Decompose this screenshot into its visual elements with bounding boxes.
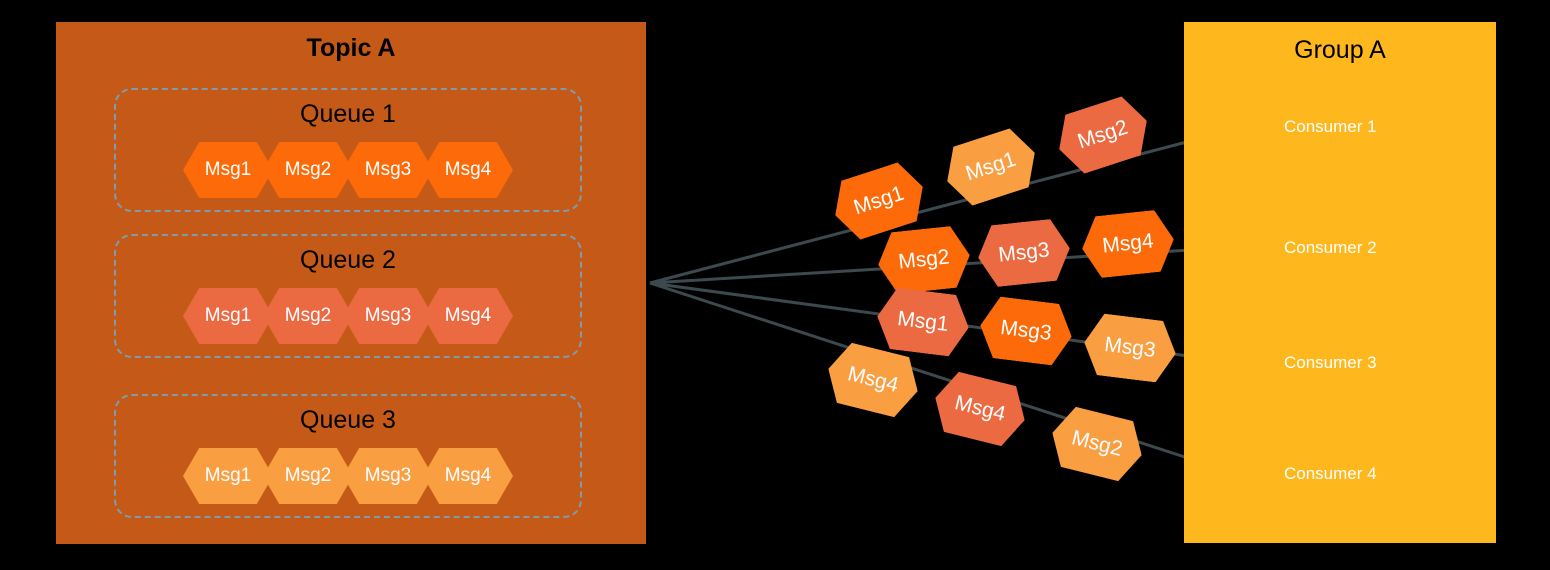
queue-message-row: Msg1 Msg2 Msg3 Msg4	[116, 142, 580, 198]
in-flight-message: Msg2	[1045, 403, 1149, 485]
in-flight-message: Msg1	[938, 123, 1045, 210]
queue-box-3: Queue 3 Msg1 Msg2 Msg3 Msg4	[114, 394, 582, 518]
group-title: Group A	[1294, 36, 1386, 64]
queue-message: Msg3	[343, 142, 433, 198]
queue-message: Msg4	[423, 142, 513, 198]
in-flight-message: Msg1	[874, 286, 973, 359]
in-flight-message: Msg3	[977, 295, 1076, 368]
queue-message: Msg1	[183, 142, 273, 198]
consumer-label-2: Consumer 2	[1284, 238, 1377, 257]
topic-title: Topic A	[306, 34, 396, 62]
in-flight-message: Msg3	[1081, 312, 1180, 385]
group-panel: Group A Consumer 1 Consumer 2 Consumer 3 Co…	[1184, 22, 1496, 543]
queue-message: Msg3	[343, 448, 433, 504]
consumer-label-4: Consumer 4	[1284, 464, 1377, 483]
queue-title: Queue 2	[300, 246, 396, 274]
queue-title: Queue 1	[300, 100, 396, 128]
queue-message: Msg4	[423, 288, 513, 344]
queue-box-2: Queue 2 Msg1 Msg2 Msg3 Msg4	[114, 234, 582, 358]
queue-message: Msg4	[423, 448, 513, 504]
queue-message: Msg2	[263, 288, 353, 344]
queue-title: Queue 3	[300, 406, 396, 434]
in-flight-message: Msg2	[1050, 91, 1157, 178]
queue-message: Msg3	[343, 288, 433, 344]
topic-panel: Topic A Queue 1 Msg1 Msg2 Msg3 Msg4 Queue 2 Ms…	[56, 22, 646, 544]
consumer-label-3: Consumer 3	[1284, 353, 1377, 372]
queue-message: Msg1	[183, 288, 273, 344]
queue-message: Msg1	[183, 448, 273, 504]
in-flight-message: Msg2	[875, 224, 973, 295]
in-flight-message: Msg4	[928, 368, 1032, 450]
in-flight-message: Msg4	[1079, 208, 1177, 279]
in-flight-message: Msg3	[975, 217, 1073, 288]
queue-box-1: Queue 1 Msg1 Msg2 Msg3 Msg4	[114, 88, 582, 212]
queue-message: Msg2	[263, 448, 353, 504]
queue-message-row: Msg1 Msg2 Msg3 Msg4	[116, 448, 580, 504]
queue-message: Msg2	[263, 142, 353, 198]
queue-message-row: Msg1 Msg2 Msg3 Msg4	[116, 288, 580, 344]
consumer-label-1: Consumer 1	[1284, 117, 1377, 136]
diagram-canvas: Topic A Queue 1 Msg1 Msg2 Msg3 Msg4 Queue 2 Ms…	[0, 0, 1550, 570]
